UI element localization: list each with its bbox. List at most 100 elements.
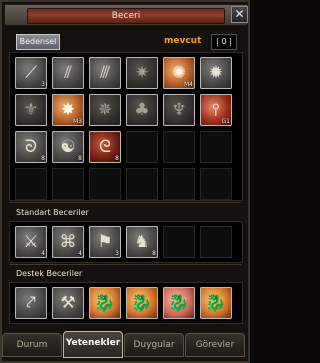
fishing-rod-icon[interactable]: ⤤ [15, 287, 47, 319]
flag-icon[interactable]: ⚑ 3 [89, 226, 121, 258]
twisted-blades-icon[interactable]: ⫻ [89, 57, 121, 89]
tab-yetenekler[interactable]: Yetenekler [63, 331, 123, 358]
window-title: Beceri [27, 8, 225, 24]
skill-slot[interactable]: 🐉 [163, 287, 195, 319]
skill-slot[interactable]: 🐉 [126, 287, 158, 319]
tab-durum[interactable]: Durum [2, 333, 62, 357]
skill-slot[interactable] [89, 168, 121, 200]
points-label: mevcut [164, 36, 202, 46]
dragon-orange-icon[interactable]: 🐉 [200, 287, 232, 319]
skill-slot[interactable] [163, 226, 195, 258]
skill-slot[interactable]: ✵ [89, 94, 121, 126]
skill-level-badge: G1 [221, 118, 230, 125]
skill-slot[interactable]: ⚒ [52, 287, 84, 319]
skill-glyph: ☯ [60, 136, 76, 157]
fire-spear-icon[interactable]: ⫯ G1 [200, 94, 232, 126]
skill-slot[interactable]: ⌘ 4 [52, 226, 84, 258]
skill-level-badge: 3 [41, 81, 45, 88]
skill-glyph: ⚔ [23, 231, 39, 252]
skill-slot[interactable]: ☯ 8 [52, 131, 84, 163]
skill-glyph: ⤤ [26, 292, 36, 313]
skill-slot[interactable]: ⤤ [15, 287, 47, 319]
skill-slot[interactable]: ⫽ [52, 57, 84, 89]
skill-glyph: ⚑ [97, 231, 113, 252]
skill-slot[interactable]: ♞ 8 [126, 226, 158, 258]
dragon-pink-icon[interactable]: 🐉 [163, 287, 195, 319]
skill-level-badge: M3 [73, 118, 82, 125]
sun-flare-icon[interactable]: ✸ M3 [52, 94, 84, 126]
skill-slot[interactable]: ✸ M3 [52, 94, 84, 126]
burst-star-icon[interactable]: ✺ M4 [163, 57, 195, 89]
divider [9, 202, 241, 203]
gear-star-icon[interactable]: ✹ [200, 57, 232, 89]
skill-glyph: ⚒ [60, 292, 76, 313]
skill-slot[interactable] [200, 131, 232, 163]
skill-glyph: ✸ [60, 99, 76, 120]
skill-level-badge: 4 [41, 250, 45, 257]
title-bar[interactable]: Beceri ✕ [4, 4, 248, 26]
skill-level-badge: 8 [41, 155, 45, 162]
skill-slot[interactable]: ⟋ 3 [15, 57, 47, 89]
skill-slot[interactable] [15, 168, 47, 200]
horse-icon[interactable]: ♞ 8 [126, 226, 158, 258]
skill-glyph: ⫻ [99, 62, 111, 83]
skill-glyph: ✺ [171, 62, 187, 83]
skill-slot[interactable] [126, 168, 158, 200]
skill-slot[interactable]: ⫯ G1 [200, 94, 232, 126]
skill-slot[interactable]: ᘐ8 [15, 131, 47, 163]
skill-slot[interactable]: ✺ M4 [163, 57, 195, 89]
skill-slot[interactable]: ✷ [126, 57, 158, 89]
sword-slash-icon[interactable]: ⟋ 3 [15, 57, 47, 89]
red-swirl-icon[interactable]: ᘓ8 [89, 131, 121, 163]
dragon-icon[interactable]: 🐉 [89, 287, 121, 319]
skill-slot[interactable] [52, 168, 84, 200]
skill-slot[interactable]: ♆ [163, 94, 195, 126]
points-value: | 0 | [211, 34, 237, 50]
skill-slot[interactable]: 🐉 [89, 287, 121, 319]
skill-glyph: ᘓ [99, 136, 111, 157]
skill-glyph: 🐉 [94, 292, 116, 313]
skill-slot[interactable] [163, 131, 195, 163]
skill-glyph: ⌘ [59, 231, 77, 252]
skill-level-badge: 4 [78, 250, 82, 257]
skill-level-badge: 3 [115, 250, 119, 257]
skill-slot[interactable]: ♣ [126, 94, 158, 126]
shuriken-icon[interactable]: ✵ [89, 94, 121, 126]
dragon-gold-icon[interactable]: 🐉 [126, 287, 158, 319]
pillar-icon[interactable]: ♆ [163, 94, 195, 126]
winged-figure-icon[interactable]: ⚜ [15, 94, 47, 126]
skill-slot[interactable]: ⫻ [89, 57, 121, 89]
skill-slot[interactable]: ⚜ [15, 94, 47, 126]
skill-slot[interactable] [126, 131, 158, 163]
spiked-star-icon[interactable]: ✷ [126, 57, 158, 89]
tab-görevler[interactable]: Görevler [185, 333, 245, 357]
skill-slot[interactable] [163, 168, 195, 200]
support-skills-panel: ⤤ ⚒ 🐉 🐉 🐉 🐉 [9, 282, 243, 324]
skill-glyph: 🐉 [168, 292, 190, 313]
standard-skills-panel: ⚔ 4 ⌘ 4 ⚑ 3 ♞ 8 [9, 221, 243, 263]
skill-glyph: ♆ [171, 99, 187, 120]
close-button[interactable]: ✕ [231, 6, 248, 23]
knot-icon[interactable]: ⌘ 4 [52, 226, 84, 258]
main-skills-panel: ⟋ 3 ⫽ ⫻ ✷ ✺ M4 ✹ ⚜ ✸ M3 ✵ ♣ ♆ ⫯ G1 ᘐ 8 ☯ 8 ᘓ 8 [9, 52, 243, 201]
skill-slot[interactable] [200, 168, 232, 200]
sword-feather-icon[interactable]: ⚔ 4 [15, 226, 47, 258]
swirl-icon[interactable]: ᘐ8 [15, 131, 47, 163]
skill-slot[interactable] [200, 226, 232, 258]
blade-stripes-icon[interactable]: ⫽ [52, 57, 84, 89]
tab-duygular[interactable]: Duygular [124, 333, 184, 357]
skill-slot[interactable]: ⚔ 4 [15, 226, 47, 258]
pickaxe-icon[interactable]: ⚒ [52, 287, 84, 319]
skill-level-badge: 8 [115, 155, 119, 162]
category-button[interactable]: Bedensel [16, 34, 60, 50]
skill-level-badge: M4 [184, 81, 193, 88]
skill-glyph: ♣ [134, 99, 150, 120]
skill-slot[interactable]: ᘓ8 [89, 131, 121, 163]
skill-slot[interactable]: ⚑ 3 [89, 226, 121, 258]
skill-level-badge: 8 [78, 155, 82, 162]
tab-bar: Durum Yetenekler Duygular Görevler [2, 331, 246, 359]
yin-yang-icon[interactable]: ☯ 8 [52, 131, 84, 163]
skill-slot[interactable]: ✹ [200, 57, 232, 89]
tree-icon[interactable]: ♣ [126, 94, 158, 126]
skill-slot[interactable]: 🐉 [200, 287, 232, 319]
